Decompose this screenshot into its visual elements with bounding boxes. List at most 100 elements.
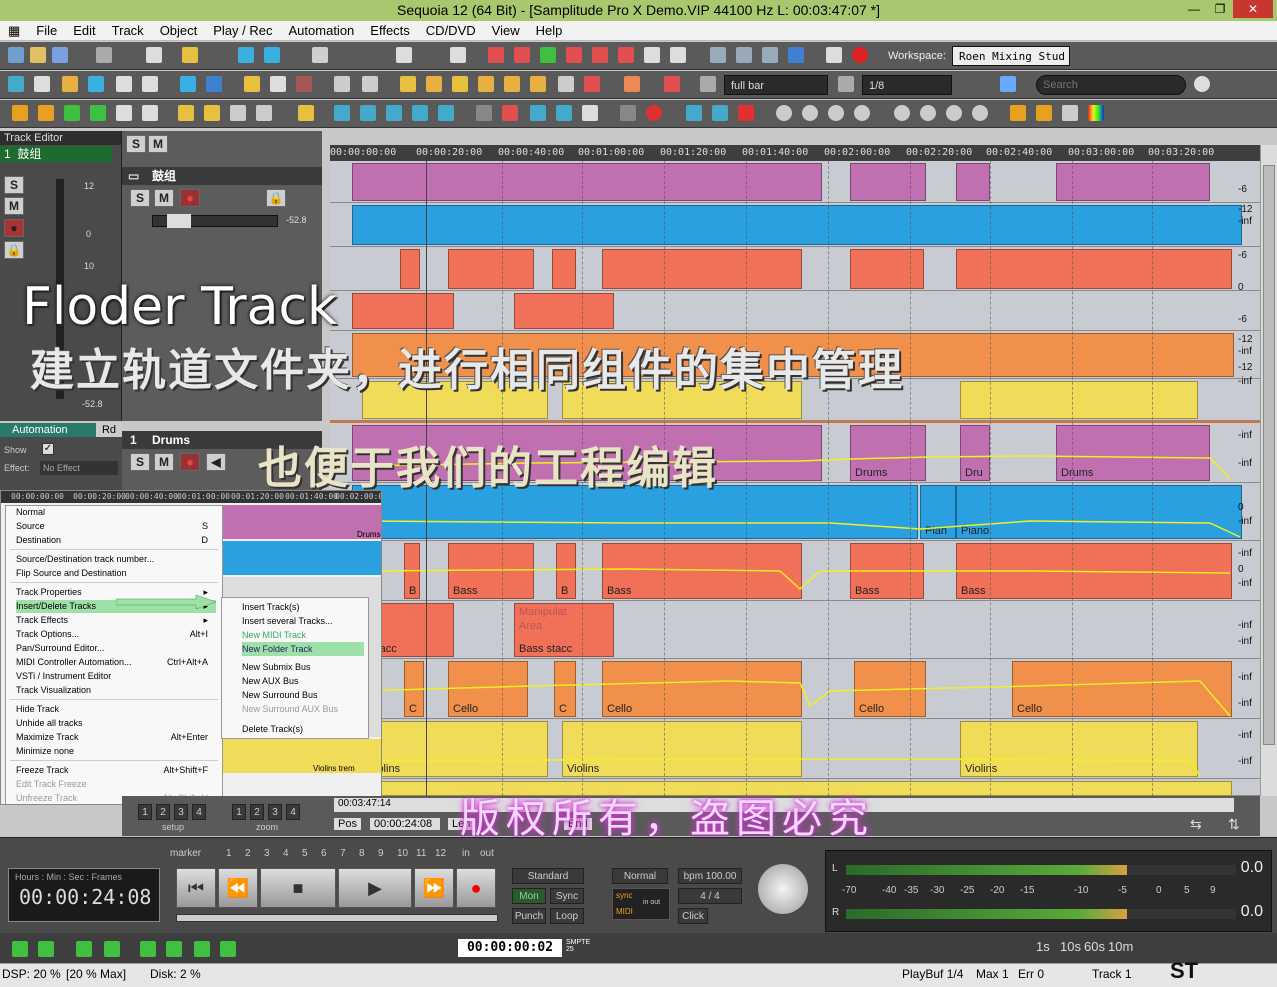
- rewind-start-button[interactable]: ⏮: [176, 868, 216, 908]
- sync-icon[interactable]: [762, 47, 778, 63]
- marker-number-button[interactable]: 11: [416, 848, 426, 859]
- app-icon[interactable]: ▦: [0, 23, 28, 39]
- marker-number-button[interactable]: 9: [378, 848, 384, 859]
- spectrum-view-icon[interactable]: [1088, 105, 1104, 121]
- menu-item-pan-surround[interactable]: Pan/Surround Editor...: [16, 642, 216, 655]
- zoom-1-button[interactable]: 1: [232, 804, 246, 820]
- marker-del-icon[interactable]: [204, 105, 220, 121]
- track-editor-name[interactable]: 1 鼓组: [0, 146, 112, 162]
- draw-icon[interactable]: [270, 76, 286, 92]
- drums-monitor-button[interactable]: ◀: [206, 453, 226, 471]
- bpm-field[interactable]: bpm 100.00: [678, 868, 742, 884]
- dvd-icon[interactable]: [670, 47, 686, 63]
- folder-solo-button[interactable]: S: [126, 135, 146, 153]
- submenu-insert-tracks[interactable]: Insert Track(s): [242, 600, 364, 614]
- rewind-button[interactable]: ⏪: [218, 868, 258, 908]
- solo-icon[interactable]: [664, 76, 680, 92]
- submenu-delete-tracks[interactable]: Delete Track(s): [242, 722, 364, 736]
- folder-solo-btn2[interactable]: S: [130, 189, 150, 207]
- view-mixer-icon[interactable]: [712, 105, 728, 121]
- scroll-thumb[interactable]: [1263, 165, 1275, 745]
- jump-prev-icon[interactable]: [360, 105, 376, 121]
- object-lock-icon[interactable]: [426, 76, 442, 92]
- submenu-new-surround-aux[interactable]: New Surround AUX Bus: [242, 702, 364, 716]
- marker-number-button[interactable]: 10: [397, 848, 408, 859]
- menu-effects[interactable]: Effects: [362, 23, 418, 38]
- fit-icon[interactable]: ⇆: [1190, 816, 1202, 833]
- scissors-icon[interactable]: [96, 47, 112, 63]
- time-icon[interactable]: [180, 76, 196, 92]
- punch-button[interactable]: Punch: [512, 908, 546, 924]
- gear-icon[interactable]: [826, 47, 842, 63]
- jump-next-icon[interactable]: [386, 105, 402, 121]
- play-button[interactable]: ▶: [338, 868, 412, 908]
- marker-label[interactable]: marker: [170, 848, 201, 859]
- split-object-icon[interactable]: [116, 105, 132, 121]
- play-forward-icon[interactable]: [12, 105, 28, 121]
- folder-record-button[interactable]: ●: [180, 189, 200, 207]
- mon-button[interactable]: Mon: [512, 888, 546, 904]
- menu-item-track-effects[interactable]: Track Effects ▸: [16, 614, 216, 627]
- effect-select[interactable]: No Effect: [40, 461, 118, 475]
- menu-item-flip[interactable]: Flip Source and Destination: [16, 567, 216, 580]
- submenu-new-folder-track[interactable]: New Folder Track: [242, 642, 364, 656]
- drums-record-button[interactable]: ●: [180, 453, 200, 471]
- timecode-display[interactable]: Hours : Min : Sec : Frames 00:00:24:08: [8, 868, 160, 922]
- workspace-select[interactable]: Roen Mixing Stud: [952, 46, 1070, 66]
- menu-play-rec[interactable]: Play / Rec: [205, 23, 280, 38]
- view-record-icon[interactable]: [738, 105, 754, 121]
- fade-icon[interactable]: [452, 76, 468, 92]
- marker-number-button[interactable]: 8: [359, 848, 365, 859]
- listen-icon[interactable]: [362, 76, 378, 92]
- scale-60s[interactable]: 60s: [1084, 939, 1105, 954]
- fit-vertical-icon[interactable]: ⇅: [1228, 816, 1240, 833]
- nudge-right-icon[interactable]: [64, 105, 80, 121]
- folder-mute-btn2[interactable]: M: [154, 189, 174, 207]
- submenu-insert-several[interactable]: Insert several Tracks...: [242, 614, 364, 628]
- menu-item-freeze-track[interactable]: Freeze Track Alt+Shift+F: [16, 764, 216, 777]
- zoom-4-button[interactable]: 4: [286, 804, 300, 820]
- next-range-icon[interactable]: [220, 941, 236, 957]
- setup-2-button[interactable]: 2: [156, 804, 170, 820]
- search-input[interactable]: [1036, 75, 1186, 95]
- sync-button[interactable]: Sync: [550, 888, 584, 904]
- new-project-icon[interactable]: [8, 47, 24, 63]
- num-3-icon[interactable]: [828, 105, 844, 121]
- pos-value[interactable]: 00:00:24:08: [370, 818, 440, 830]
- mute-button[interactable]: M: [4, 197, 24, 215]
- prev-object-icon[interactable]: [140, 941, 156, 957]
- menu-cd-dvd[interactable]: CD/DVD: [418, 23, 484, 38]
- folder-track-name-bar[interactable]: ▭ 鼓组: [122, 167, 322, 185]
- menu-dots-icon[interactable]: [1000, 76, 1016, 92]
- marker3-icon[interactable]: [566, 47, 582, 63]
- cd-icon[interactable]: [644, 47, 660, 63]
- marker-number-button[interactable]: 1: [226, 848, 232, 859]
- go-start-icon[interactable]: [12, 941, 28, 957]
- marker-number-button[interactable]: 5: [302, 848, 308, 859]
- click-button[interactable]: Click: [678, 908, 708, 924]
- menu-item-unhide-all[interactable]: Unhide all tracks: [16, 717, 216, 730]
- prev-range-icon[interactable]: [194, 941, 210, 957]
- zoom-3-button[interactable]: 3: [268, 804, 282, 820]
- scrub-tool-icon[interactable]: [142, 76, 158, 92]
- record-button[interactable]: ●: [456, 868, 496, 908]
- undo-icon[interactable]: [396, 47, 412, 63]
- select-icon[interactable]: [8, 76, 24, 92]
- lips-icon[interactable]: [646, 105, 662, 121]
- marker-icon[interactable]: [488, 47, 504, 63]
- close-button[interactable]: ✕: [1233, 0, 1273, 18]
- window-icon[interactable]: [788, 47, 804, 63]
- volume-icon[interactable]: [504, 76, 520, 92]
- marker-add-icon[interactable]: [178, 105, 194, 121]
- down-icon[interactable]: [972, 105, 988, 121]
- list-icon[interactable]: [1062, 105, 1078, 121]
- menu-item-maximize-track[interactable]: Maximize Track Alt+Enter: [16, 731, 216, 744]
- range-icon[interactable]: [182, 47, 198, 63]
- menu-view[interactable]: View: [484, 23, 528, 38]
- marker2-icon[interactable]: [514, 47, 530, 63]
- zoom-tool-icon[interactable]: [116, 76, 132, 92]
- arrow-left-icon[interactable]: [556, 105, 572, 121]
- menu-automation[interactable]: Automation: [281, 23, 363, 38]
- eq-icon[interactable]: [1036, 105, 1052, 121]
- curve-tool-icon[interactable]: [88, 76, 104, 92]
